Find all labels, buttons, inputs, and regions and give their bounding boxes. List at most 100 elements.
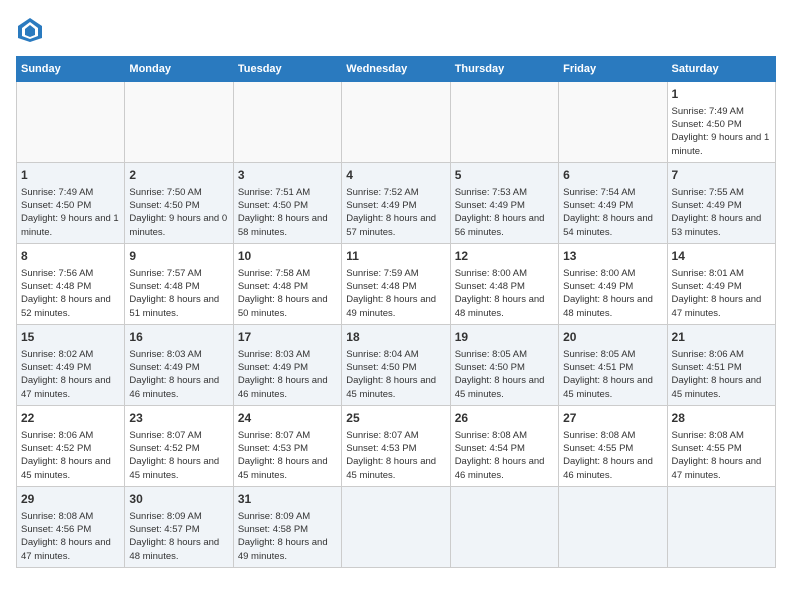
calendar-cell: 31Sunrise: 8:09 AMSunset: 4:58 PMDayligh…: [233, 486, 341, 567]
sunset: Sunset: 4:50 PM: [346, 362, 416, 373]
calendar-cell: 1Sunrise: 7:49 AMSunset: 4:50 PMDaylight…: [17, 162, 125, 243]
daylight: Daylight: 8 hours and 49 minutes.: [346, 294, 436, 318]
sunset: Sunset: 4:53 PM: [346, 443, 416, 454]
daylight: Daylight: 8 hours and 56 minutes.: [455, 213, 545, 237]
calendar-cell: [125, 82, 233, 163]
sunset: Sunset: 4:48 PM: [129, 281, 199, 292]
page-header: [16, 16, 776, 44]
sunset: Sunset: 4:54 PM: [455, 443, 525, 454]
sunrise: Sunrise: 7:53 AM: [455, 187, 527, 198]
sunrise: Sunrise: 8:09 AM: [238, 511, 310, 522]
calendar-cell: [17, 82, 125, 163]
sunset: Sunset: 4:53 PM: [238, 443, 308, 454]
calendar-row: 8Sunrise: 7:56 AMSunset: 4:48 PMDaylight…: [17, 243, 776, 324]
sunset: Sunset: 4:57 PM: [129, 524, 199, 535]
column-header-friday: Friday: [559, 57, 667, 82]
sunrise: Sunrise: 8:08 AM: [672, 430, 744, 441]
daylight: Daylight: 8 hours and 45 minutes.: [21, 456, 111, 480]
sunrise: Sunrise: 7:49 AM: [21, 187, 93, 198]
sunrise: Sunrise: 8:05 AM: [455, 349, 527, 360]
sunset: Sunset: 4:49 PM: [563, 200, 633, 211]
daylight: Daylight: 8 hours and 45 minutes.: [346, 456, 436, 480]
daylight: Daylight: 8 hours and 46 minutes.: [455, 456, 545, 480]
day-number: 1: [21, 167, 120, 184]
logo-icon: [16, 16, 44, 44]
day-number: 17: [238, 329, 337, 346]
daylight: Daylight: 8 hours and 53 minutes.: [672, 213, 762, 237]
sunset: Sunset: 4:56 PM: [21, 524, 91, 535]
calendar-cell: 11Sunrise: 7:59 AMSunset: 4:48 PMDayligh…: [342, 243, 450, 324]
calendar-cell: 8Sunrise: 7:56 AMSunset: 4:48 PMDaylight…: [17, 243, 125, 324]
daylight: Daylight: 8 hours and 48 minutes.: [563, 294, 653, 318]
daylight: Daylight: 8 hours and 45 minutes.: [129, 456, 219, 480]
daylight: Daylight: 8 hours and 52 minutes.: [21, 294, 111, 318]
calendar-header-row: SundayMondayTuesdayWednesdayThursdayFrid…: [17, 57, 776, 82]
sunrise: Sunrise: 8:08 AM: [455, 430, 527, 441]
sunrise: Sunrise: 8:08 AM: [21, 511, 93, 522]
calendar-cell: 21Sunrise: 8:06 AMSunset: 4:51 PMDayligh…: [667, 324, 775, 405]
sunrise: Sunrise: 8:07 AM: [129, 430, 201, 441]
sunrise: Sunrise: 7:58 AM: [238, 268, 310, 279]
sunrise: Sunrise: 8:02 AM: [21, 349, 93, 360]
day-number: 8: [21, 248, 120, 265]
day-number: 22: [21, 410, 120, 427]
daylight: Daylight: 8 hours and 45 minutes.: [346, 375, 436, 399]
day-number: 25: [346, 410, 445, 427]
calendar-cell: 3Sunrise: 7:51 AMSunset: 4:50 PMDaylight…: [233, 162, 341, 243]
daylight: Daylight: 8 hours and 45 minutes.: [238, 456, 328, 480]
calendar-cell: 23Sunrise: 8:07 AMSunset: 4:52 PMDayligh…: [125, 405, 233, 486]
calendar-cell: 25Sunrise: 8:07 AMSunset: 4:53 PMDayligh…: [342, 405, 450, 486]
sunrise: Sunrise: 7:54 AM: [563, 187, 635, 198]
sunrise: Sunrise: 8:06 AM: [21, 430, 93, 441]
calendar-cell: 6Sunrise: 7:54 AMSunset: 4:49 PMDaylight…: [559, 162, 667, 243]
calendar-row: 1Sunrise: 7:49 AMSunset: 4:50 PMDaylight…: [17, 82, 776, 163]
calendar-cell: [559, 486, 667, 567]
sunrise: Sunrise: 8:05 AM: [563, 349, 635, 360]
daylight: Daylight: 8 hours and 49 minutes.: [238, 537, 328, 561]
day-number: 6: [563, 167, 662, 184]
calendar-cell: 14Sunrise: 8:01 AMSunset: 4:49 PMDayligh…: [667, 243, 775, 324]
column-header-thursday: Thursday: [450, 57, 558, 82]
calendar-row: 22 Sunrise: 8:06 AM Sunset: 4:52 PM Dayligh…: [17, 405, 776, 486]
calendar-cell: 16Sunrise: 8:03 AMSunset: 4:49 PMDayligh…: [125, 324, 233, 405]
sunset: Sunset: 4:52 PM: [21, 443, 91, 454]
day-number: 14: [672, 248, 771, 265]
calendar-cell: [233, 82, 341, 163]
calendar-cell: [450, 486, 558, 567]
calendar-cell: 9Sunrise: 7:57 AMSunset: 4:48 PMDaylight…: [125, 243, 233, 324]
column-header-saturday: Saturday: [667, 57, 775, 82]
daylight: Daylight: 8 hours and 50 minutes.: [238, 294, 328, 318]
daylight: Daylight: 8 hours and 48 minutes.: [129, 537, 219, 561]
daylight: Daylight: 8 hours and 45 minutes.: [672, 375, 762, 399]
calendar-row: 29Sunrise: 8:08 AMSunset: 4:56 PMDayligh…: [17, 486, 776, 567]
daylight: Daylight: 8 hours and 45 minutes.: [455, 375, 545, 399]
day-number: 13: [563, 248, 662, 265]
sunset: Sunset: 4:50 PM: [672, 119, 742, 130]
sunrise: Sunrise: 8:03 AM: [129, 349, 201, 360]
calendar-cell: 7Sunrise: 7:55 AMSunset: 4:49 PMDaylight…: [667, 162, 775, 243]
day-number: 27: [563, 410, 662, 427]
calendar-cell: 10Sunrise: 7:58 AMSunset: 4:48 PMDayligh…: [233, 243, 341, 324]
day-number: 3: [238, 167, 337, 184]
daylight: Daylight: 8 hours and 47 minutes.: [21, 537, 111, 561]
sunset: Sunset: 4:58 PM: [238, 524, 308, 535]
sunset: Sunset: 4:49 PM: [238, 362, 308, 373]
day-number: 1: [672, 86, 771, 103]
calendar-cell: 26Sunrise: 8:08 AMSunset: 4:54 PMDayligh…: [450, 405, 558, 486]
calendar-cell: 15Sunrise: 8:02 AMSunset: 4:49 PMDayligh…: [17, 324, 125, 405]
day-number: 10: [238, 248, 337, 265]
calendar-cell: [342, 486, 450, 567]
sunrise: Sunrise: 8:00 AM: [455, 268, 527, 279]
sunrise: Sunrise: 7:49 AM: [672, 106, 744, 117]
sunrise: Sunrise: 8:04 AM: [346, 349, 418, 360]
sunset: Sunset: 4:50 PM: [455, 362, 525, 373]
day-number: 5: [455, 167, 554, 184]
calendar-cell: 27Sunrise: 8:08 AMSunset: 4:55 PMDayligh…: [559, 405, 667, 486]
sunrise: Sunrise: 7:55 AM: [672, 187, 744, 198]
daylight: Daylight: 8 hours and 48 minutes.: [455, 294, 545, 318]
sunrise: Sunrise: 7:50 AM: [129, 187, 201, 198]
logo: [16, 16, 48, 44]
calendar-cell: [667, 486, 775, 567]
day-number: 11: [346, 248, 445, 265]
calendar-cell: 29Sunrise: 8:08 AMSunset: 4:56 PMDayligh…: [17, 486, 125, 567]
